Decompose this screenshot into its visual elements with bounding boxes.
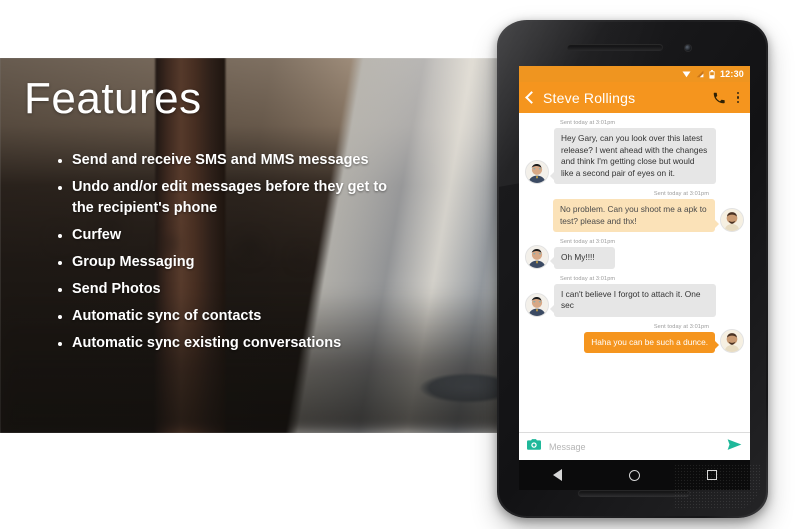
- message-row: Sent today at 3:01pm Haha you can be suc…: [525, 323, 744, 353]
- message-row: Sent today at 3:01pm I can't believe I f…: [525, 276, 744, 317]
- wifi-icon: [682, 70, 691, 78]
- avatar: [525, 160, 549, 184]
- list-item: Send and receive SMS and MMS messages: [58, 150, 388, 171]
- hero-banner: Features Send and receive SMS and MMS me…: [0, 58, 540, 433]
- message-bubble: Oh My!!!!: [549, 247, 616, 269]
- page-title: Features: [24, 74, 202, 123]
- earpiece-speaker: [567, 44, 663, 51]
- message-bubble: Hey Gary, can you look over this latest …: [550, 128, 716, 184]
- list-item: Undo and/or edit messages before they ge…: [58, 177, 388, 219]
- phone-mockup: 12:30 Steve Rollings Sent today at 3:01p…: [497, 20, 768, 518]
- message-bubble: I can't believe I forgot to attach it. O…: [550, 283, 716, 317]
- nav-back-icon[interactable]: [552, 469, 562, 481]
- avatar: [720, 208, 744, 232]
- message-timestamp: Sent today at 3:01pm: [653, 191, 709, 197]
- page-root: Features Send and receive SMS and MMS me…: [0, 0, 800, 529]
- message-bubble: No problem. Can you shoot me a apk to te…: [553, 199, 719, 232]
- message-column: Sent today at 3:01pm No problem. Can you…: [553, 191, 719, 232]
- phone-screen: 12:30 Steve Rollings Sent today at 3:01p…: [519, 66, 750, 460]
- message-row: Sent today at 3:01pm No problem. Can you…: [525, 191, 744, 232]
- overflow-menu-icon[interactable]: [733, 90, 744, 106]
- signal-bars-icon: [696, 70, 704, 78]
- camera-icon[interactable]: [527, 438, 541, 456]
- message-composer: [519, 432, 750, 460]
- back-arrow-icon[interactable]: [525, 91, 538, 104]
- message-bubble: Haha you can be such a dunce.: [584, 331, 719, 353]
- list-item: Automatic sync existing conversations: [58, 333, 388, 354]
- front-camera-icon: [685, 45, 691, 51]
- battery-icon: [709, 69, 715, 79]
- message-column: Sent today at 3:01pm Hey Gary, can you l…: [550, 120, 716, 184]
- android-status-bar: 12:30: [519, 66, 750, 82]
- nav-home-icon[interactable]: [628, 469, 640, 481]
- message-timestamp: Sent today at 3:01pm: [560, 239, 616, 245]
- hero-content: Features Send and receive SMS and MMS me…: [0, 58, 420, 360]
- app-bar: Steve Rollings: [519, 82, 750, 113]
- list-item: Curfew: [58, 225, 388, 246]
- message-timestamp: Sent today at 3:01pm: [653, 323, 709, 330]
- status-bar-clock: 12:30: [719, 69, 744, 79]
- message-column: Sent today at 3:01pm I can't believe I f…: [550, 275, 716, 317]
- avatar: [720, 329, 744, 353]
- avatar: [525, 244, 549, 269]
- phone-body: 12:30 Steve Rollings Sent today at 3:01p…: [499, 22, 766, 516]
- send-icon[interactable]: [727, 438, 742, 456]
- message-row: Sent today at 3:01pm Hey Gary, can you l…: [525, 120, 744, 184]
- avatar: [525, 292, 549, 317]
- nav-recents-icon[interactable]: [706, 470, 717, 480]
- message-timestamp: Sent today at 3:01pm: [560, 120, 616, 126]
- message-column: Sent today at 3:01pm Oh My!!!!: [549, 239, 616, 269]
- message-row: Sent today at 3:01pm Oh My!!!!: [525, 239, 744, 269]
- message-column: Sent today at 3:01pm Haha you can be suc…: [584, 323, 719, 353]
- phone-call-icon[interactable]: [712, 91, 726, 105]
- feature-list: Send and receive SMS and MMS messages Un…: [58, 150, 420, 354]
- message-input[interactable]: [549, 441, 719, 452]
- bottom-speaker: [578, 490, 690, 497]
- list-item: Send Photos: [58, 279, 388, 300]
- list-item: Group Messaging: [58, 252, 388, 273]
- message-list: Sent today at 3:01pm Hey Gary, can you l…: [519, 113, 750, 432]
- message-timestamp: Sent today at 3:01pm: [560, 275, 616, 282]
- list-item: Automatic sync of contacts: [58, 306, 388, 327]
- android-navigation-bar: [519, 460, 750, 490]
- contact-name-title: Steve Rollings: [543, 89, 636, 106]
